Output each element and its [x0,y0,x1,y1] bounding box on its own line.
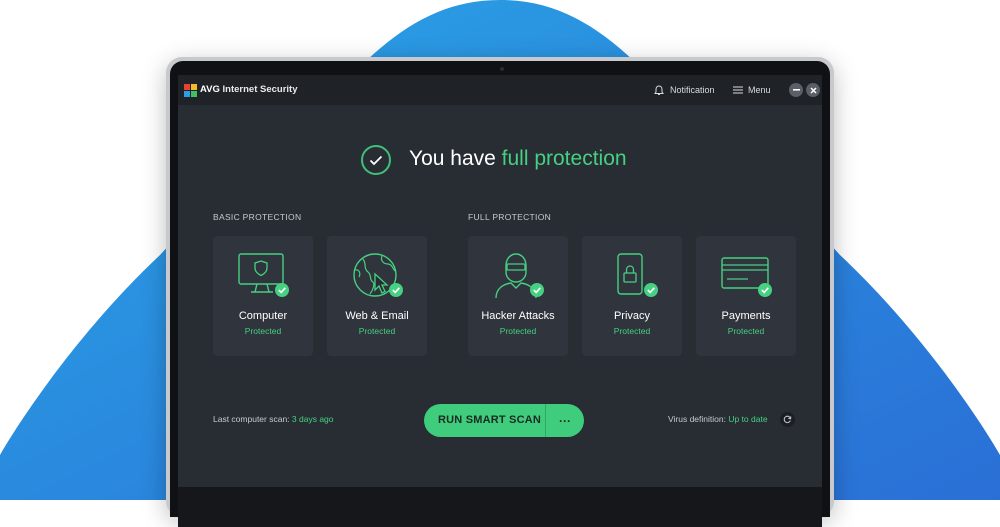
product-name: Internet Security [222,84,298,95]
card-status: Protected [613,326,651,336]
status-check-badge [361,145,391,175]
card-title: Payments [721,310,771,322]
card-title: Web & Email [345,310,409,322]
last-scan-info: Last computer scan: 3 days ago [213,414,334,424]
card-web-email[interactable]: Web & Email Protected [327,236,427,356]
minimize-icon [792,89,800,91]
menu-label: Menu [748,85,771,95]
card-title: Hacker Attacks [481,310,555,322]
laptop-bezel: AVG Internet Security Notification Menu [170,61,830,527]
minimize-button[interactable] [789,83,803,97]
screen-bottom-edge [178,487,822,527]
card-hacker-attacks[interactable]: Hacker Attacks Protected [468,236,568,356]
hamburger-icon [733,86,743,94]
card-title: Computer [238,310,288,322]
last-scan-value: 3 days ago [291,414,334,424]
status-headline: You have full protection [409,147,627,171]
hacker-icon [495,253,544,299]
laptop-frame: AVG Internet Security Notification Menu [166,57,834,527]
notification-button[interactable]: Notification [654,83,715,97]
globe-cursor-icon [353,253,403,297]
virus-definition-info: Virus definition: Up to date [668,414,768,424]
app-window: AVG Internet Security Notification Menu [178,75,822,487]
last-scan-label: Last computer scan: [213,414,290,424]
menu-button[interactable]: Menu [733,83,771,97]
section-label-full: FULL PROTECTION [468,212,552,222]
card-status: Protected [499,326,537,336]
title-bar: AVG Internet Security Notification Menu [178,75,822,105]
card-computer[interactable]: Computer Protected [213,236,313,356]
notification-label: Notification [670,85,715,95]
close-button[interactable] [806,83,820,97]
app-title: AVG Internet Security [200,84,298,95]
card-privacy[interactable]: Privacy Protected [582,236,682,356]
phone-lock-icon [617,253,658,297]
headline-prefix: You have [409,147,496,170]
virus-def-value: Up to date [728,414,768,424]
virus-def-label: Virus definition: [668,414,726,424]
card-title: Privacy [613,310,651,322]
bell-icon [654,84,664,95]
headline-highlight: full protection [501,147,627,170]
monitor-shield-icon [238,253,289,297]
credit-card-icon [721,257,772,297]
section-label-basic: BASIC PROTECTION [213,212,302,222]
webcam [500,67,504,71]
run-smart-scan-button[interactable]: RUN SMART SCAN ··· [424,404,584,437]
card-payments[interactable]: Payments Protected [696,236,796,356]
card-status: Protected [358,326,396,336]
close-icon [809,86,817,94]
brand-name: AVG [200,84,220,95]
refresh-icon [783,415,792,424]
scan-button-label: RUN SMART SCAN [438,414,542,426]
scan-options-button[interactable]: ··· [546,404,584,437]
card-status: Protected [727,326,765,336]
avg-logo-icon [184,84,197,97]
protection-status: You have full protection [178,143,822,183]
card-status: Protected [244,326,282,336]
refresh-definitions-button[interactable] [780,412,795,427]
checkmark-icon [369,155,383,165]
